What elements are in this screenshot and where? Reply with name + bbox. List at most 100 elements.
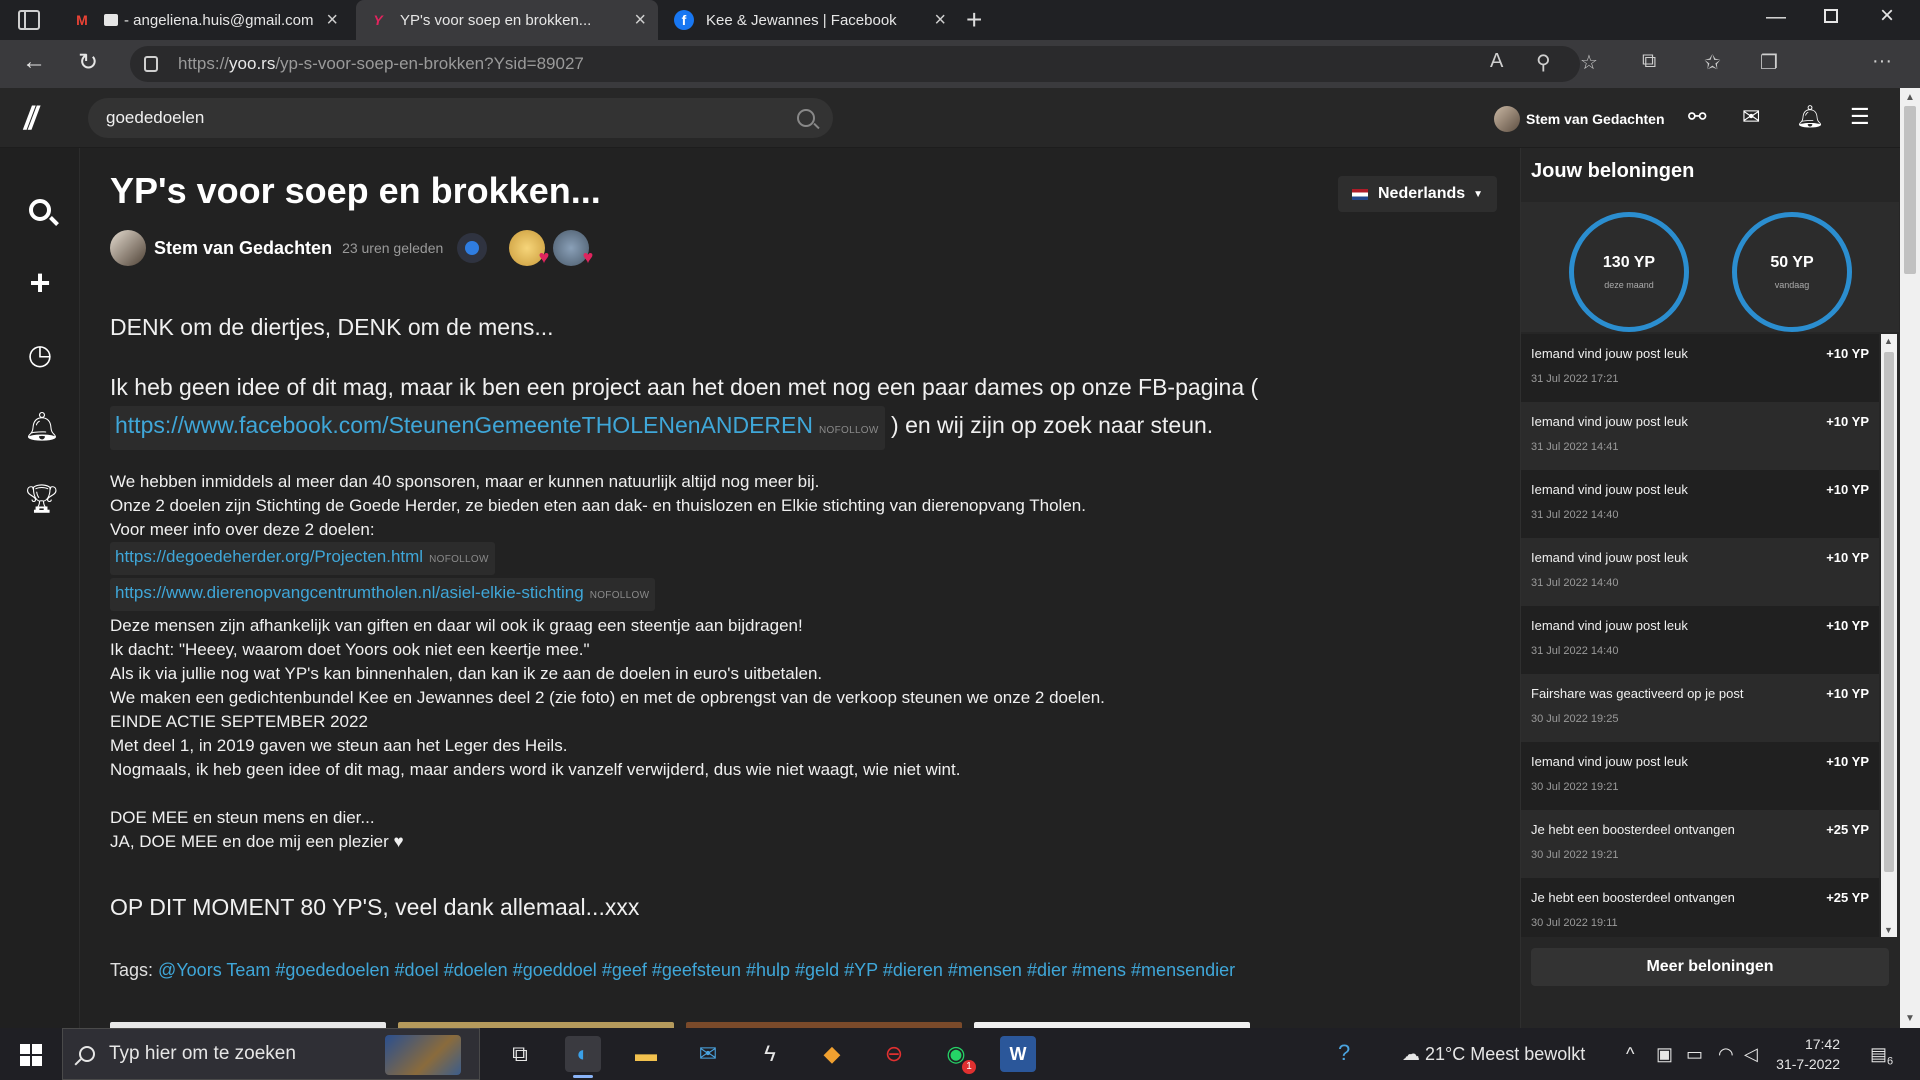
edge-icon[interactable]: ◐ (565, 1036, 601, 1078)
word-icon[interactable]: W (1000, 1036, 1036, 1072)
mail-app-icon[interactable]: ✉ (690, 1036, 726, 1072)
nav-clock-icon[interactable]: ◷ (24, 338, 56, 371)
nav-search-icon[interactable] (24, 196, 56, 228)
scroll-thumb[interactable] (1884, 352, 1894, 872)
wifi-icon[interactable]: ◠ (1718, 1044, 1734, 1065)
refresh-icon[interactable]: ↻ (78, 48, 98, 77)
stop-app-icon[interactable]: ⊖ (876, 1036, 912, 1072)
new-tab-icon[interactable]: + (966, 4, 982, 36)
reaction-avatar[interactable]: ♥ (553, 230, 593, 267)
tag-link[interactable]: #mensendier (1131, 960, 1235, 980)
user-menu[interactable]: Stem van Gedachten (1494, 106, 1665, 132)
tab-facebook[interactable]: f Kee & Jewannes | Facebook × (662, 0, 958, 40)
scroll-down-icon[interactable]: ▼ (1884, 925, 1893, 935)
add-favorite-icon[interactable]: ☆ (1580, 50, 1598, 75)
search-highlight-image (385, 1035, 461, 1075)
bell-icon[interactable]: 🔔︎ (1796, 104, 1824, 130)
lightning-app-icon[interactable]: ϟ (752, 1036, 788, 1072)
tag-link[interactable]: #dieren (883, 960, 943, 980)
brave-icon[interactable]: ◆ (814, 1036, 850, 1072)
author-name[interactable]: Stem van Gedachten (154, 238, 332, 259)
more-rewards-button[interactable]: Meer beloningen (1531, 948, 1889, 986)
tab-yoors[interactable]: Y YP's voor soep en brokken... × (356, 0, 658, 40)
collections-icon[interactable]: ❐ (1760, 50, 1778, 75)
dierenopvang-link[interactable]: https://www.dierenopvangcentrumtholen.nl… (115, 583, 584, 602)
close-icon[interactable]: × (634, 9, 646, 32)
page-scrollbar[interactable]: ▲ ▼ (1900, 88, 1920, 1028)
maximize-icon[interactable] (1824, 9, 1838, 23)
taskbar-search[interactable]: Typ hier om te zoeken (62, 1028, 480, 1080)
help-icon[interactable]: ? (1338, 1040, 1350, 1066)
scroll-up-icon[interactable]: ▲ (1884, 336, 1893, 346)
tag-link[interactable]: #geefsteun (652, 960, 741, 980)
read-aloud-icon[interactable]: A (1490, 50, 1503, 73)
scroll-up-icon[interactable]: ▲ (1905, 92, 1915, 103)
search-input[interactable] (106, 108, 797, 128)
more-icon[interactable]: ··· (1872, 50, 1892, 73)
facebook-link-chip: https://www.facebook.com/SteunenGemeente… (110, 406, 885, 450)
reward-text: Je hebt een boosterdeel ontvangen (1531, 822, 1735, 837)
reward-text: Iemand vind jouw post leuk (1531, 482, 1688, 497)
back-icon[interactable]: ← (22, 48, 46, 76)
notification-center-icon[interactable]: ▤6 (1870, 1044, 1893, 1068)
nav-trophy-icon[interactable]: 🏆︎ (24, 482, 60, 515)
tag-link[interactable]: #geld (795, 960, 839, 980)
tag-link[interactable]: #doelen (444, 960, 508, 980)
reward-points: +10 YP (1826, 618, 1869, 633)
tag-link[interactable]: #doel (395, 960, 439, 980)
envelope-icon[interactable]: ✉ (1742, 104, 1760, 130)
file-explorer-icon[interactable]: ▬ (628, 1036, 664, 1072)
tab-actions-icon[interactable] (18, 10, 40, 30)
clock[interactable]: 17:42 31-7-2022 (1770, 1034, 1840, 1074)
tag-link[interactable]: #mensen (948, 960, 1022, 980)
tag-link[interactable]: #goeddoel (513, 960, 597, 980)
nav-add-icon[interactable]: + (24, 262, 56, 304)
weather-widget[interactable]: ☁ 21°C Meest bewolkt (1402, 1044, 1585, 1065)
tag-link[interactable]: #dier (1027, 960, 1067, 980)
text-line: Nogmaals, ik heb geen idee of dit mag, m… (110, 760, 961, 779)
tag-link[interactable]: #goededoelen (275, 960, 389, 980)
feed-scrollbar[interactable]: ▲ ▼ (1881, 334, 1897, 937)
whatsapp-icon[interactable]: ◉ 1 (938, 1036, 976, 1074)
tag-link[interactable]: #YP (844, 960, 878, 980)
reaction-avatar[interactable]: ♥ (509, 230, 549, 267)
goedeherder-link[interactable]: https://degoedeherder.org/Projecten.html (115, 547, 423, 566)
yoors-logo[interactable]: // (24, 100, 38, 137)
windows-start-icon[interactable] (20, 1044, 42, 1066)
list-item: Iemand vind jouw post leuk 31 Jul 2022 14… (1521, 470, 1879, 538)
hamburger-menu-icon[interactable]: ☰ (1850, 104, 1870, 130)
close-window-icon[interactable]: × (1880, 2, 1894, 30)
extensions-icon[interactable]: ⧉ (1642, 50, 1656, 73)
chevron-up-icon[interactable]: ^ (1626, 1044, 1634, 1065)
tag-link[interactable]: #hulp (746, 960, 790, 980)
notification-count: 6 (1887, 1055, 1894, 1068)
battery-icon[interactable]: ▭ (1686, 1044, 1703, 1065)
binoculars-icon[interactable]: ⚯ (1688, 104, 1706, 130)
tag-link[interactable]: @Yoors Team (158, 960, 270, 980)
close-icon[interactable]: × (326, 9, 338, 32)
url-text: https://yoo.rs/yp-s-voor-soep-en-brokken… (178, 54, 584, 73)
minimize-icon[interactable]: — (1766, 6, 1786, 29)
text-line: We maken een gedichtenbundel Kee en Jewa… (110, 688, 1105, 707)
facebook-link[interactable]: https://www.facebook.com/SteunenGemeente… (115, 412, 813, 438)
tab-gmail[interactable]: M - angeliena.huis@gmail.com × (60, 0, 350, 40)
meet-now-icon[interactable]: ▣ (1656, 1044, 1673, 1065)
rewards-feed: Iemand vind jouw post leuk 31 Jul 2022 17… (1521, 334, 1879, 937)
scroll-thumb[interactable] (1904, 106, 1916, 274)
language-select[interactable]: Nederlands ▼ (1338, 176, 1498, 212)
favorites-icon[interactable]: ✩ (1704, 50, 1721, 75)
zoom-icon[interactable]: ⚲ (1536, 50, 1551, 75)
task-view-icon[interactable]: ⧉ (502, 1036, 538, 1072)
tag-link[interactable]: #mens (1072, 960, 1126, 980)
volume-mute-icon[interactable]: ◁ (1744, 1044, 1758, 1065)
scroll-down-icon[interactable]: ▼ (1905, 1013, 1915, 1024)
close-icon[interactable]: × (934, 9, 946, 32)
url-field[interactable]: https://yoo.rs/yp-s-voor-soep-en-brokken… (130, 46, 1580, 82)
search-icon[interactable] (797, 109, 815, 127)
author-avatar[interactable] (110, 230, 146, 266)
username: Stem van Gedachten (1526, 111, 1665, 127)
nav-bell-icon[interactable]: 🔔︎ (24, 410, 60, 443)
reward-points: +10 YP (1826, 754, 1869, 769)
tag-link[interactable]: #geef (602, 960, 647, 980)
reward-text: Fairshare was geactiveerd op je post (1531, 686, 1744, 701)
